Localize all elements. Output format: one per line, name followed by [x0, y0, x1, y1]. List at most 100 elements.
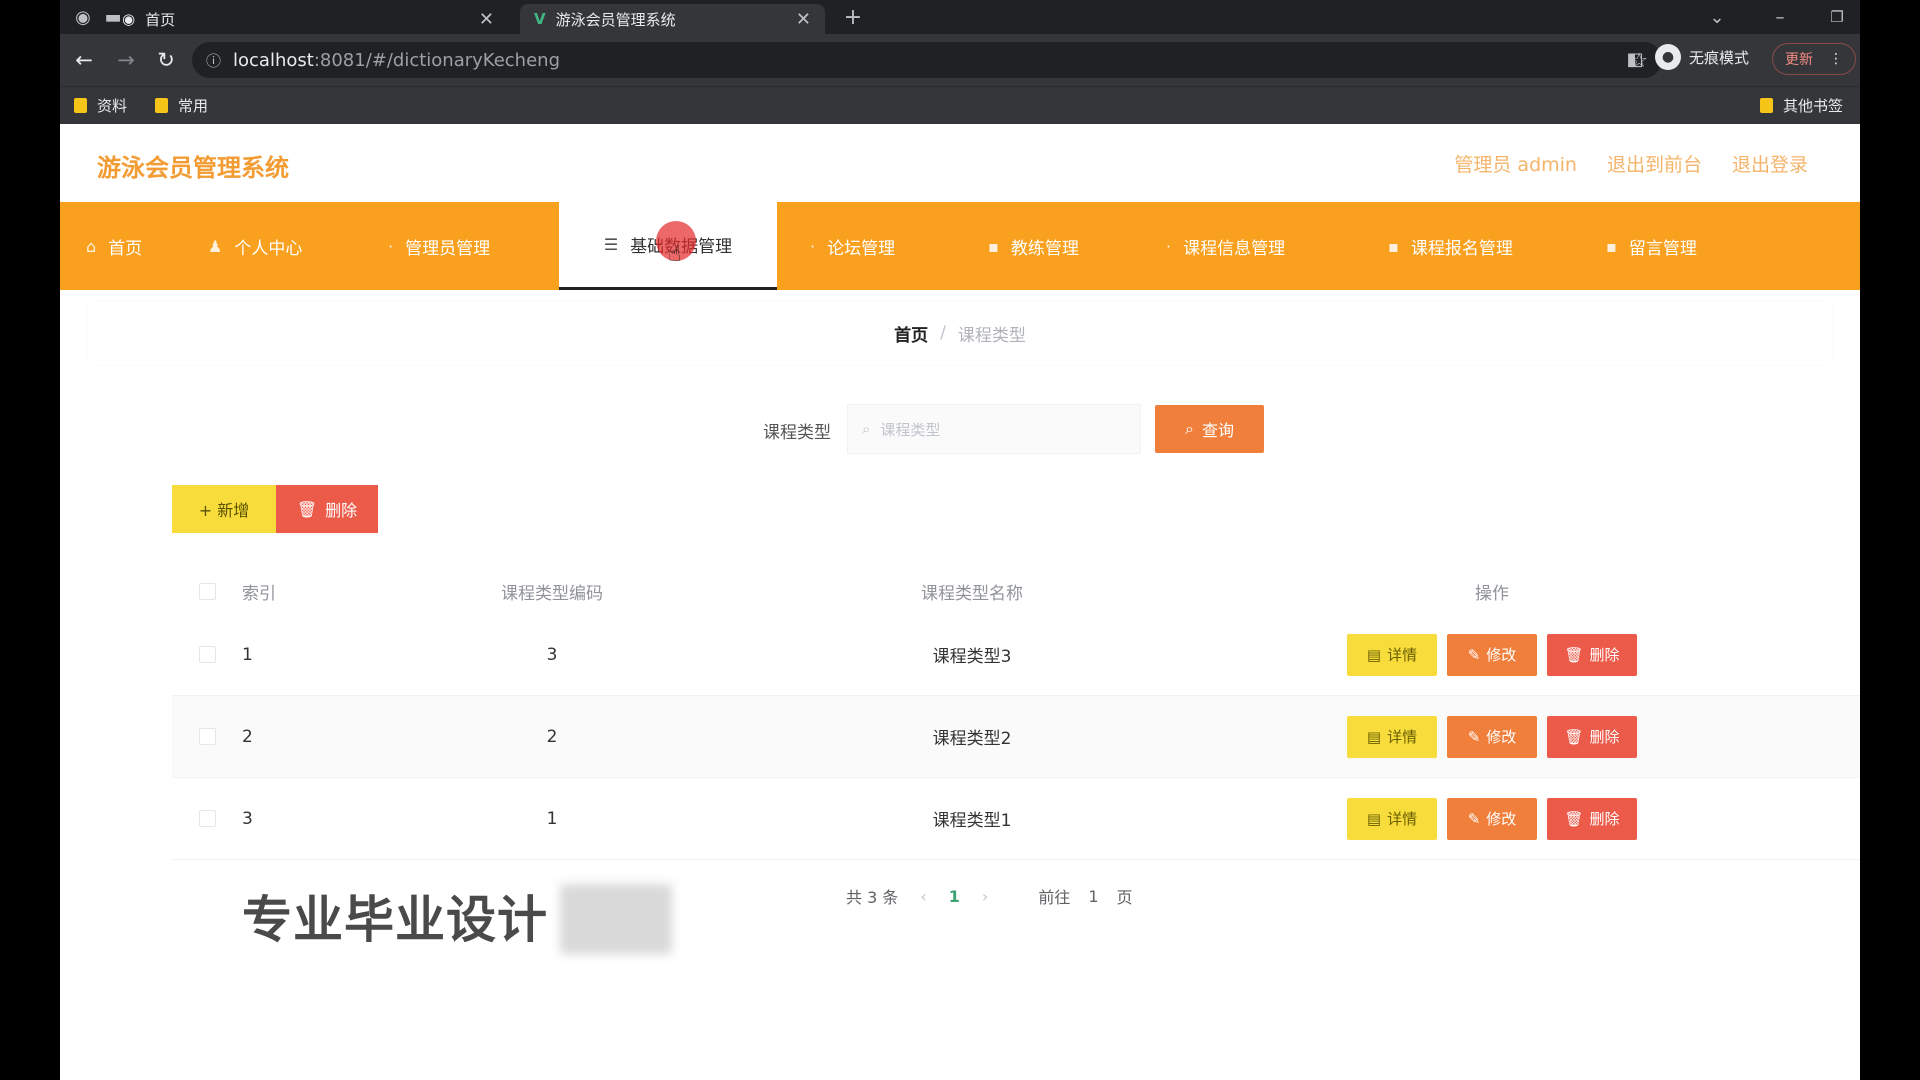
screen-frame: ◉ ▬ ◉ 首页 ✕ V 游泳会员管理系统 ✕ + ⌄ – ❐ ✕ ← → ↻ …	[60, 0, 1860, 1080]
delete-button[interactable]: 🗑 删除	[1547, 633, 1637, 676]
delete-button[interactable]: 🗑 删除	[1547, 715, 1637, 758]
breadcrumb-current: 课程类型	[957, 325, 1026, 346]
tab-home[interactable]: ◉ 首页 ✕	[108, 4, 508, 34]
current-user-label: 管理员 admin	[1454, 154, 1577, 176]
search-button[interactable]: ⌕ 查询	[1155, 405, 1264, 453]
header-operations: 操作	[1475, 583, 1509, 604]
other-bookmarks[interactable]: 其他书签	[1760, 95, 1843, 116]
row-actions: ▤ 详情 ✎ 修改 🗑 删除	[1222, 715, 1762, 758]
side-panel-icon[interactable]: ◧	[1620, 46, 1650, 72]
site-info-icon[interactable]: ⓘ	[206, 50, 221, 71]
search-icon: ⌕	[1185, 419, 1194, 438]
detail-label: 详情	[1387, 810, 1418, 828]
detail-button[interactable]: ▤ 详情	[1347, 797, 1437, 840]
edit-button[interactable]: ✎ 修改	[1447, 797, 1537, 840]
app-title: 游泳会员管理系统	[97, 154, 289, 182]
detail-button[interactable]: ▤ 详情	[1347, 633, 1437, 676]
menu-item-label: 留言管理	[1628, 238, 1697, 259]
page-number-current[interactable]: 1	[949, 887, 960, 906]
menu-item-home[interactable]: ⌂ 首页	[86, 202, 142, 290]
row-select-cell	[172, 810, 242, 827]
breadcrumb-home[interactable]: 首页	[894, 321, 928, 346]
update-button[interactable]: 更新 ⋮	[1772, 43, 1856, 75]
bookmark-label: 资料	[97, 97, 128, 115]
browser-menu-icon[interactable]: ◉	[68, 4, 98, 30]
url-path: :8081/#/dictionaryKecheng	[313, 49, 560, 71]
vue-logo-icon: V	[534, 10, 546, 28]
edit-label: 修改	[1486, 728, 1517, 746]
close-tab-icon[interactable]: ✕	[479, 9, 494, 30]
search-input[interactable]: ⌕ 课程类型	[847, 404, 1141, 454]
edit-button[interactable]: ✎ 修改	[1447, 715, 1537, 758]
trash-icon: 🗑	[1564, 645, 1584, 664]
menu-item-label: 首页	[108, 238, 143, 259]
tab-title: 游泳会员管理系统	[555, 10, 676, 29]
browser-address-row: ← → ↻ ⓘ localhost:8081/#/dictionaryKeche…	[60, 34, 1860, 86]
cell-name: 课程类型1	[932, 811, 1012, 831]
detail-button[interactable]: ▤ 详情	[1347, 715, 1437, 758]
table-header: 索引 课程类型编码 课程类型名称 操作	[172, 568, 1860, 614]
menu-item-course[interactable]: · 课程信息管理	[1166, 202, 1285, 290]
forum-icon: ·	[810, 236, 816, 256]
cell-code: 2	[546, 726, 558, 747]
cell-name: 课程类型2	[932, 729, 1012, 749]
goto-label: 前往	[1038, 888, 1071, 907]
table-row: 2 2 课程类型2 ▤ 详情 ✎ 修改 🗑 删除	[172, 696, 1860, 778]
row-checkbox[interactable]	[198, 728, 216, 745]
bookmark-folder-ziliao[interactable]: 资料	[74, 95, 127, 116]
trash-icon: 🗑	[296, 499, 318, 519]
next-page-icon[interactable]: ›	[982, 887, 988, 906]
minimize-icon[interactable]: –	[1765, 4, 1795, 30]
search-button-label: 查询	[1201, 421, 1234, 440]
menu-item-label: 课程信息管理	[1183, 238, 1286, 259]
select-all-checkbox[interactable]	[198, 582, 216, 600]
menu-item-admin[interactable]: · 管理员管理	[388, 202, 490, 290]
menu-item-signup[interactable]: ▪ 课程报名管理	[1388, 202, 1513, 290]
delete-label: 删除	[1589, 810, 1620, 828]
forward-icon[interactable]: →	[110, 44, 142, 76]
batch-delete-button[interactable]: 🗑 删除	[276, 485, 378, 533]
edit-button[interactable]: ✎ 修改	[1447, 633, 1537, 676]
trash-icon: 🗑	[1564, 809, 1584, 828]
menu-item-forum[interactable]: · 论坛管理	[810, 202, 895, 290]
url-host: localhost	[233, 49, 314, 71]
bookmarks-bar: 资料 常用 其他书签	[60, 86, 1860, 125]
menu-item-coach[interactable]: ▪ 教练管理	[988, 202, 1079, 290]
breadcrumb: 首页 / 课程类型	[88, 302, 1832, 364]
breadcrumb-separator: /	[940, 323, 946, 343]
row-select-cell	[172, 646, 242, 663]
back-icon[interactable]: ←	[68, 44, 100, 76]
add-button[interactable]: + 新增	[172, 485, 276, 533]
list-icon: ☰	[603, 235, 619, 254]
reload-icon[interactable]: ↻	[150, 44, 182, 76]
menu-item-message[interactable]: ▪ 留言管理	[1606, 202, 1697, 290]
to-frontend-link[interactable]: 退出到前台	[1607, 150, 1702, 177]
folder-icon	[1760, 98, 1773, 113]
mouse-cursor-icon: ☝	[668, 242, 682, 267]
tab-title: 首页	[145, 10, 176, 29]
page-suffix: 页	[1116, 888, 1133, 907]
row-checkbox[interactable]	[198, 646, 216, 663]
message-icon: ▪	[1606, 236, 1617, 256]
goto-page-input[interactable]: 1	[1088, 887, 1098, 906]
tab-app[interactable]: V 游泳会员管理系统 ✕	[520, 4, 825, 34]
bookmark-folder-changyong[interactable]: 常用	[155, 95, 208, 116]
row-checkbox[interactable]	[198, 810, 216, 827]
delete-button[interactable]: 🗑 删除	[1547, 797, 1637, 840]
cell-index: 1	[242, 644, 253, 665]
cell-name: 课程类型3	[932, 647, 1012, 667]
tab-list-chevron-icon[interactable]: ⌄	[1702, 4, 1732, 30]
logout-link[interactable]: 退出登录	[1732, 150, 1808, 177]
restore-icon[interactable]: ❐	[1822, 4, 1852, 30]
menu-item-label: 教练管理	[1010, 238, 1079, 259]
header-name: 课程类型名称	[921, 583, 1023, 604]
new-tab-icon[interactable]: +	[838, 4, 868, 30]
incognito-indicator[interactable]: ● 无痕模式	[1655, 44, 1749, 70]
address-bar[interactable]: ⓘ localhost:8081/#/dictionaryKecheng ☆	[192, 42, 1662, 78]
prev-page-icon[interactable]: ‹	[920, 887, 926, 906]
more-menu-icon[interactable]: ⋮	[1829, 51, 1843, 67]
incognito-icon: ●	[1655, 44, 1681, 70]
menu-item-profile[interactable]: ♟ 个人中心	[208, 202, 302, 290]
close-tab-icon[interactable]: ✕	[796, 9, 811, 30]
coach-icon: ▪	[988, 236, 999, 256]
